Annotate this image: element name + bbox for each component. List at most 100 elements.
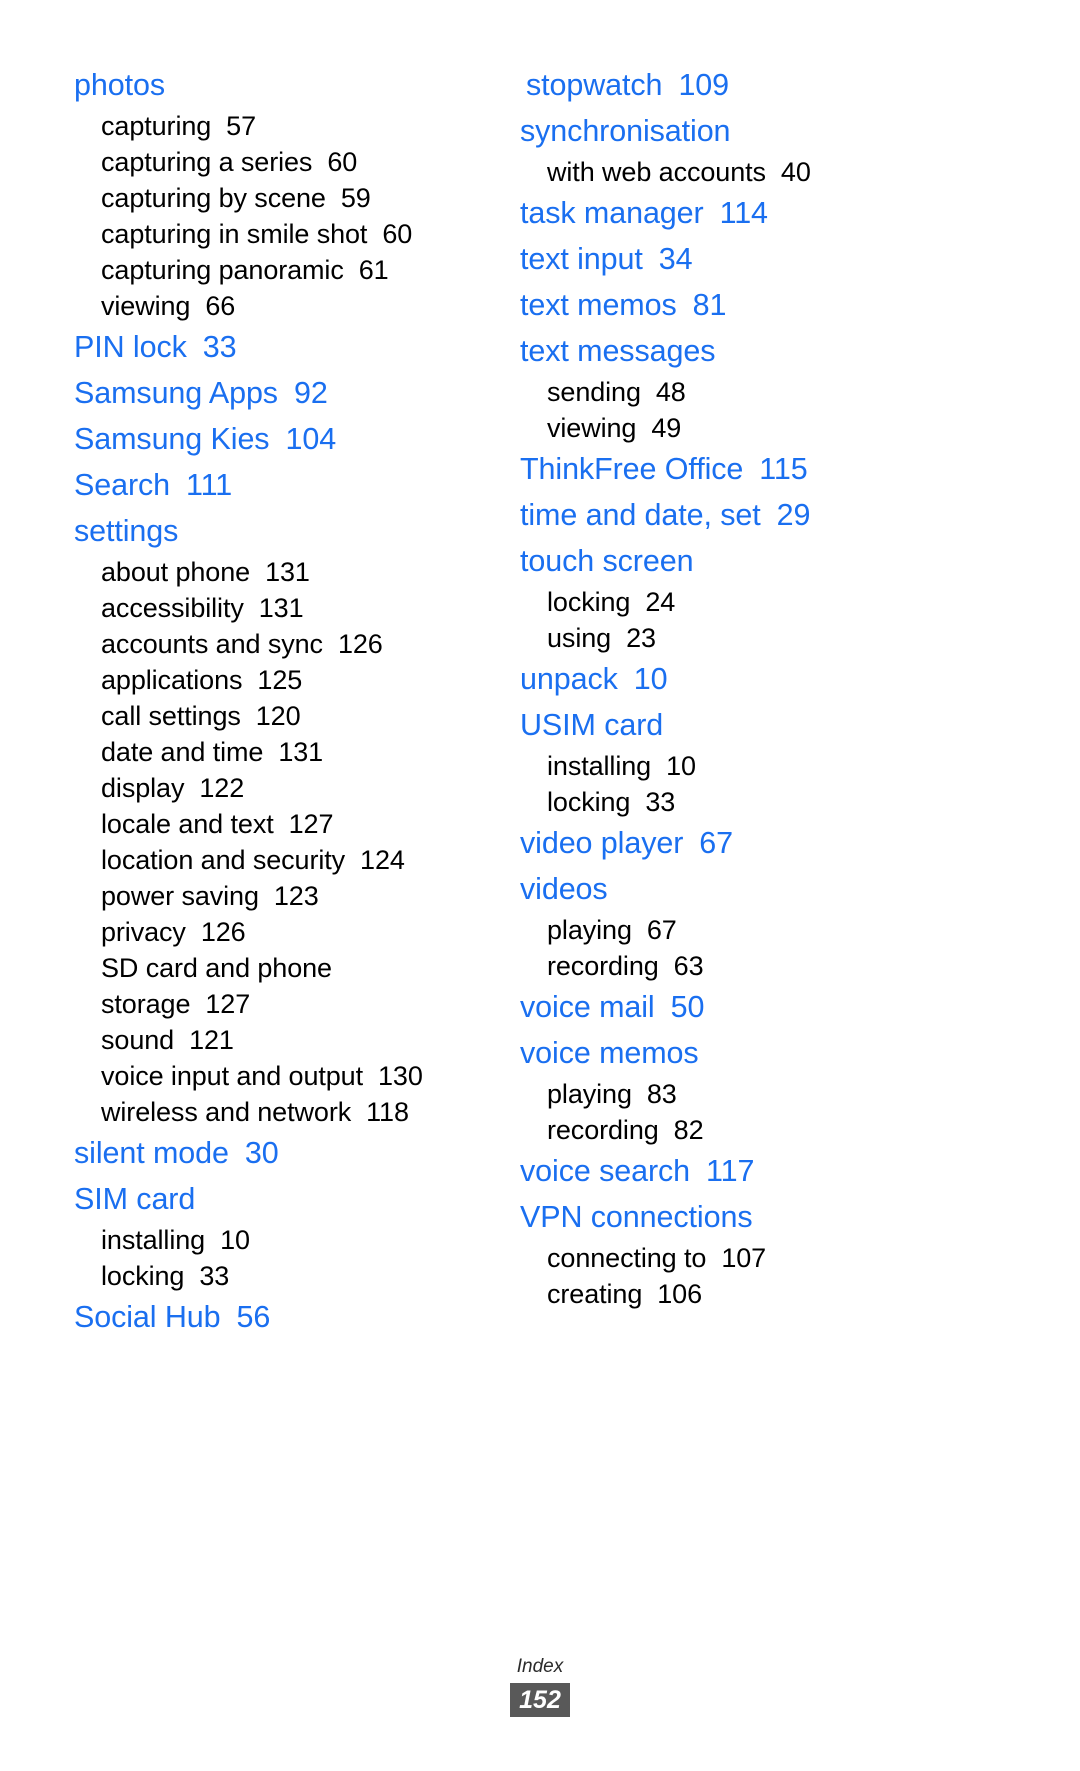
index-heading-thinkfree-office[interactable]: ThinkFree Office 115 <box>520 446 1080 492</box>
index-subentry-page-number: 130 <box>378 1061 423 1091</box>
index-subentry-locking[interactable]: locking 33 <box>101 1258 500 1294</box>
index-subentry-page-number: 131 <box>265 557 310 587</box>
index-subentry-label: call settings <box>101 701 241 731</box>
index-subentry-page-number: 131 <box>278 737 324 767</box>
index-subentry-with-web-accounts[interactable]: with web accounts 40 <box>547 154 1080 190</box>
index-subentry-capturing-in-smile-shot[interactable]: capturing in smile shot 60 <box>101 216 500 252</box>
index-heading-videos[interactable]: videos <box>520 866 1080 912</box>
index-subentry-capturing-by-scene[interactable]: capturing by scene 59 <box>101 180 500 216</box>
index-subentry-using[interactable]: using 23 <box>547 620 1080 656</box>
index-subentry-label: accounts and sync <box>101 629 323 659</box>
index-subentry-viewing[interactable]: viewing 49 <box>547 410 1080 446</box>
index-subentry-installing[interactable]: installing 10 <box>101 1222 500 1258</box>
index-subentry-label: capturing panoramic <box>101 255 344 285</box>
index-heading-samsung-kies[interactable]: Samsung Kies 104 <box>74 416 500 462</box>
index-subentry-label: capturing <box>101 111 212 141</box>
index-subentry-label: capturing a series <box>101 147 313 177</box>
index-heading-time-and-date-set[interactable]: time and date, set 29 <box>520 492 1080 538</box>
index-heading-stopwatch[interactable]: stopwatch 109 <box>520 62 1080 108</box>
index-heading-label: unpack <box>520 662 618 696</box>
index-heading-label: voice search <box>520 1154 691 1188</box>
index-subentry-page-number: 67 <box>646 915 677 945</box>
index-subentry-creating[interactable]: creating 106 <box>547 1276 1080 1312</box>
index-heading-voice-search[interactable]: voice search 117 <box>520 1148 1080 1194</box>
index-subentry-sd-card-and-phone-storage[interactable]: SD card and phone storage 127 <box>101 950 461 1022</box>
index-subentry-playing[interactable]: playing 83 <box>547 1076 1080 1112</box>
index-subentry-label: accessibility <box>101 593 244 623</box>
index-subentry-date-and-time[interactable]: date and time 131 <box>101 734 500 770</box>
index-heading-page-number: 67 <box>699 826 733 860</box>
index-heading-label: synchronisation <box>520 114 731 148</box>
index-heading-unpack[interactable]: unpack 10 <box>520 656 1080 702</box>
index-subentry-page-number: 118 <box>366 1097 409 1127</box>
index-subentry-sending[interactable]: sending 48 <box>547 374 1080 410</box>
index-heading-label: PIN lock <box>74 330 187 364</box>
index-subentry-capturing-panoramic[interactable]: capturing panoramic 61 <box>101 252 500 288</box>
index-subentry-wireless-and-network[interactable]: wireless and network 118 <box>101 1094 500 1130</box>
index-heading-social-hub[interactable]: Social Hub 56 <box>74 1294 500 1340</box>
index-heading-sim-card[interactable]: SIM card <box>74 1176 500 1222</box>
index-heading-text-messages[interactable]: text messages <box>520 328 1080 374</box>
index-subentry-connecting-to[interactable]: connecting to 107 <box>547 1240 1080 1276</box>
index-entry-group: text messages sending 48 viewing 49 <box>520 328 1080 446</box>
index-subentry-page-number: 49 <box>651 413 682 443</box>
index-heading-text-input[interactable]: text input 34 <box>520 236 1080 282</box>
index-subentry-page-number: 10 <box>220 1225 250 1255</box>
index-subentry-page-number: 125 <box>257 665 303 695</box>
index-subentry-page-number: 23 <box>626 623 656 653</box>
index-subentry-sound[interactable]: sound 121 <box>101 1022 500 1058</box>
index-heading-settings[interactable]: settings <box>74 508 500 554</box>
index-subentry-label: date and time <box>101 737 264 767</box>
index-subentry-page-number: 66 <box>205 291 236 321</box>
index-subentry-recording[interactable]: recording 63 <box>547 948 1080 984</box>
index-subentry-call-settings[interactable]: call settings 120 <box>101 698 500 734</box>
index-subentry-label: using <box>547 623 612 653</box>
index-heading-label: VPN connections <box>520 1200 753 1234</box>
index-subentry-capturing-a-series[interactable]: capturing a series 60 <box>101 144 500 180</box>
index-entry-group: Social Hub 56 <box>74 1294 500 1340</box>
index-subentry-applications[interactable]: applications 125 <box>101 662 500 698</box>
index-heading-voice-mail[interactable]: voice mail 50 <box>520 984 1080 1030</box>
index-subentry-recording[interactable]: recording 82 <box>547 1112 1080 1148</box>
index-heading-voice-memos[interactable]: voice memos <box>520 1030 1080 1076</box>
index-heading-task-manager[interactable]: task manager 114 <box>520 190 1080 236</box>
index-heading-synchronisation[interactable]: synchronisation <box>520 108 1080 154</box>
index-subentry-label: wireless and network <box>101 1097 352 1127</box>
index-heading-silent-mode[interactable]: silent mode 30 <box>74 1130 500 1176</box>
index-heading-label: Samsung Apps <box>74 376 278 410</box>
index-subentry-about-phone[interactable]: about phone 131 <box>101 554 500 590</box>
index-heading-vpn-connections[interactable]: VPN connections <box>520 1194 1080 1240</box>
index-heading-label: USIM card <box>520 708 664 742</box>
index-heading-video-player[interactable]: video player 67 <box>520 820 1080 866</box>
index-heading-text-memos[interactable]: text memos 81 <box>520 282 1080 328</box>
index-subentry-voice-input-and-output[interactable]: voice input and output 130 <box>101 1058 500 1094</box>
index-subentry-viewing[interactable]: viewing 66 <box>101 288 500 324</box>
index-heading-label: stopwatch <box>526 68 663 102</box>
index-heading-samsung-apps[interactable]: Samsung Apps 92 <box>74 370 500 416</box>
index-subentry-privacy[interactable]: privacy 126 <box>101 914 500 950</box>
index-subentry-accounts-and-sync[interactable]: accounts and sync 126 <box>101 626 500 662</box>
index-heading-search[interactable]: Search 111 <box>74 462 500 508</box>
index-subentry-location-and-security[interactable]: location and security 124 <box>101 842 500 878</box>
index-subentry-label: about phone <box>101 557 251 587</box>
index-heading-page-number: 117 <box>706 1154 755 1188</box>
index-subentry-power-saving[interactable]: power saving 123 <box>101 878 500 914</box>
index-heading-page-number: 114 <box>719 196 768 230</box>
index-heading-touch-screen[interactable]: touch screen <box>520 538 1080 584</box>
index-subentry-locale-and-text[interactable]: locale and text 127 <box>101 806 500 842</box>
index-subentry-locking[interactable]: locking 33 <box>547 784 1080 820</box>
index-subentry-installing[interactable]: installing 10 <box>547 748 1080 784</box>
footer-section-label: Index <box>516 1656 564 1677</box>
index-heading-page-number: 81 <box>692 288 727 322</box>
index-subentry-playing[interactable]: playing 67 <box>547 912 1080 948</box>
index-subentry-accessibility[interactable]: accessibility 131 <box>101 590 500 626</box>
index-heading-photos[interactable]: photos <box>74 62 500 108</box>
index-subentry-display[interactable]: display 122 <box>101 770 500 806</box>
index-subentry-capturing[interactable]: capturing 57 <box>101 108 500 144</box>
index-subentry-label: recording <box>547 1115 659 1145</box>
index-subentry-locking[interactable]: locking 24 <box>547 584 1080 620</box>
index-heading-usim-card[interactable]: USIM card <box>520 702 1080 748</box>
index-heading-label: touch screen <box>520 544 694 578</box>
index-subentry-label: connecting to <box>547 1243 707 1273</box>
index-heading-pin-lock[interactable]: PIN lock 33 <box>74 324 500 370</box>
